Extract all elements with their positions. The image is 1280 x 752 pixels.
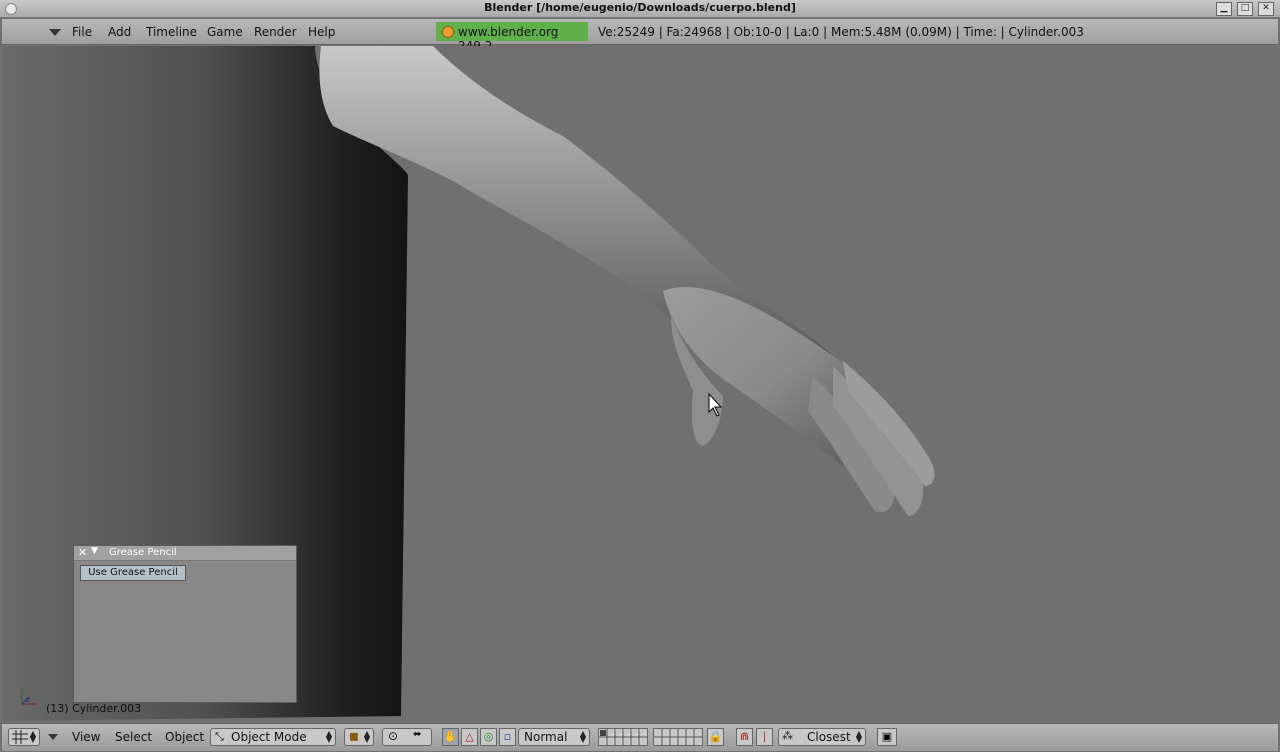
orientation-label: Normal — [524, 730, 568, 744]
hand-manipulator-icon[interactable]: ✋ — [442, 728, 459, 746]
mode-selector[interactable]: ⤡ Object Mode ▲ ▼ — [210, 728, 336, 746]
window-title: Blender [/home/eugenio/Downloads/cuerpo.… — [484, 1, 796, 14]
lock-layers-icon[interactable]: 🔒 — [707, 728, 724, 746]
menu-add[interactable]: Add — [108, 25, 131, 39]
manipulator-center-icon: ⬌ — [413, 729, 422, 740]
layers-grid-icon — [654, 729, 702, 745]
header-collapse-icon[interactable] — [48, 734, 58, 740]
svg-text:z: z — [26, 695, 30, 704]
snap-magnet-icon[interactable]: ⋒ — [736, 728, 753, 746]
editor-type-selector[interactable]: ▲ ▼ — [8, 728, 40, 746]
menu-file[interactable]: File — [72, 25, 92, 39]
shading-icon: ◼ — [349, 729, 359, 743]
header-collapse-icon[interactable] — [49, 29, 61, 36]
snap-target-icon: ⁂ — [782, 729, 793, 742]
layer-buttons-left[interactable] — [598, 728, 648, 746]
draw-type-selector[interactable]: ◼ ▲ ▼ — [344, 728, 374, 746]
grease-pencil-panel: ✕ ▼ Grease Pencil Use Grease Pencil — [73, 545, 297, 703]
panel-title: Grease Pencil — [109, 547, 177, 558]
object-mode-icon: ⤡ — [215, 730, 224, 743]
menu-game[interactable]: Game — [207, 25, 243, 39]
snap-target-label: Closest — [807, 730, 851, 744]
maximize-button[interactable]: □ — [1237, 2, 1253, 16]
menu-render[interactable]: Render — [254, 25, 297, 39]
snap-target-selector[interactable]: ⁂ Closest ▲ ▼ — [778, 728, 866, 746]
close-panel-icon[interactable]: ✕ — [78, 546, 87, 559]
grease-pencil-header: ✕ ▼ Grease Pencil — [74, 546, 296, 561]
close-button[interactable]: ✕ — [1258, 2, 1274, 16]
layer-buttons-right[interactable] — [653, 728, 703, 746]
layers-grid-icon — [599, 729, 647, 745]
orientation-selector[interactable]: Normal ▲ ▼ — [518, 728, 590, 746]
rotate-manipulator-icon[interactable]: ◎ — [480, 728, 497, 746]
scene-stats: Ve:25249 | Fa:24968 | Ob:10-0 | La:0 | M… — [598, 25, 1084, 39]
use-grease-pencil-button[interactable]: Use Grease Pencil — [80, 565, 186, 581]
menu-timeline[interactable]: Timeline — [146, 25, 197, 39]
axis-gizmo-icon: z — [21, 688, 36, 705]
mode-label: Object Mode — [231, 730, 307, 744]
collapse-panel-icon[interactable]: ▼ — [91, 546, 98, 556]
menu-help[interactable]: Help — [308, 25, 335, 39]
blender-version-badge[interactable]: www.blender.org 249.2 — [436, 22, 588, 53]
scale-manipulator-icon[interactable]: ▫ — [499, 728, 516, 746]
minimize-button[interactable]: ▁ — [1216, 2, 1232, 16]
proportional-edit-icon[interactable]: ❘ — [756, 728, 773, 746]
grid-icon — [12, 730, 28, 744]
window-titlebar: Blender [/home/eugenio/Downloads/cuerpo.… — [0, 0, 1280, 18]
3d-view-header: ▲ ▼ View Select Object ⤡ Object Mode ▲ ▼ ◼… — [2, 723, 1278, 751]
menu-object[interactable]: Object — [165, 730, 204, 744]
pivot-selector[interactable]: ⊙ ⬌ — [382, 728, 432, 746]
info-header: File Add Timeline Game Render Help www.b… — [2, 19, 1278, 53]
active-object-label: (13) Cylinder.003 — [46, 702, 142, 715]
blender-logo-icon — [442, 26, 454, 38]
menu-select[interactable]: Select — [115, 730, 152, 744]
render-preview-icon[interactable]: ▣ — [877, 728, 897, 746]
translate-manipulator-icon[interactable]: △ — [461, 728, 478, 746]
menu-view[interactable]: View — [72, 730, 100, 744]
pivot-icon: ⊙ — [388, 729, 399, 743]
